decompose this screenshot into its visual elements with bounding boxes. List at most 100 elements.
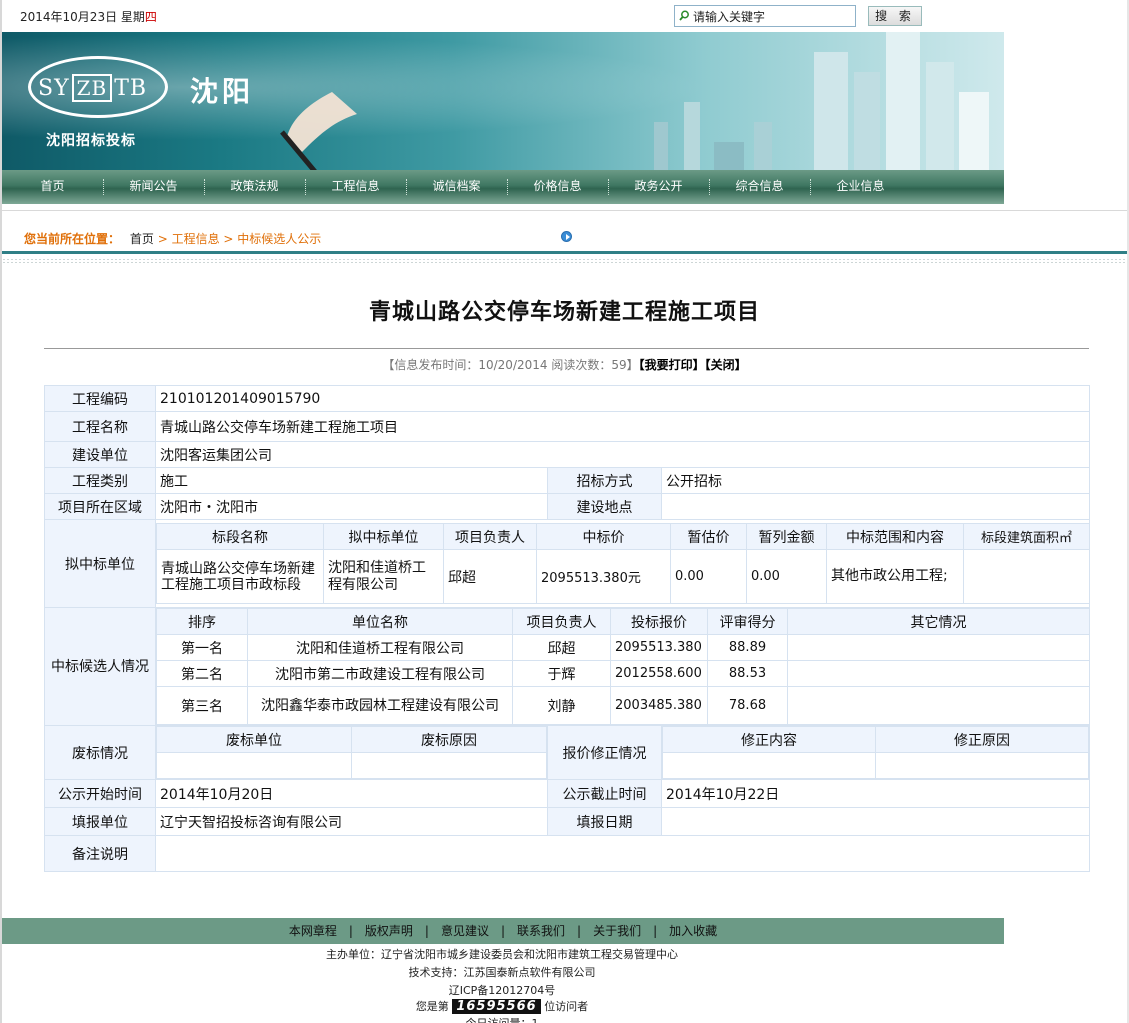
candidates-label: 中标候选人情况 — [44, 607, 156, 726]
winner-header: 标段建筑面积㎡ — [963, 523, 1090, 550]
candidate-other — [787, 660, 1090, 687]
footer-separator: | — [424, 924, 429, 938]
winner-company: 沈阳和佳道桥工程有限公司 — [323, 549, 444, 604]
breadcrumb-separator: > — [223, 232, 238, 246]
region-label: 项目所在区域 — [44, 493, 156, 520]
nav-general[interactable]: 综合信息 — [709, 170, 810, 204]
candidate-rank: 第三名 — [156, 686, 248, 725]
site-logo[interactable]: SY ZB TB — [38, 74, 147, 102]
code-label: 工程编码 — [44, 385, 156, 412]
breadcrumb-projects[interactable]: 工程信息 — [172, 232, 220, 246]
footer-separator: | — [500, 924, 506, 938]
code-value: 210101201409015790 — [154, 385, 1091, 412]
fix-table: 修正内容 修正原因 — [661, 726, 1090, 779]
candidates-header: 项目负责人 — [512, 608, 611, 635]
name-value: 青城山路公交停车场新建工程施工项目 — [154, 411, 1091, 442]
candidate-rank: 第一名 — [156, 634, 248, 661]
logo-mid: ZB — [71, 74, 113, 102]
hand-with-pen-icon — [280, 92, 357, 170]
void-header: 废标单位 — [156, 726, 352, 753]
winner-header: 暂估价 — [670, 523, 747, 550]
name-label: 工程名称 — [44, 411, 156, 442]
remark-label: 备注说明 — [44, 835, 156, 872]
report-date-label: 填报日期 — [547, 807, 662, 836]
nav-prices[interactable]: 价格信息 — [507, 170, 608, 204]
visitor-suffix: 位访问者 — [544, 1000, 589, 1013]
winner-estimate: 0.00 — [670, 549, 747, 604]
nav-home[interactable]: 首页 — [2, 170, 103, 204]
bid-method-value: 公开招标 — [660, 467, 1091, 494]
fix-header: 修正内容 — [661, 726, 877, 753]
nav-government[interactable]: 政务公开 — [608, 170, 709, 204]
play-icon[interactable] — [561, 231, 572, 242]
date-text: 2014年10月23日 星期 — [20, 10, 145, 24]
candidate-manager: 邱超 — [512, 634, 611, 661]
report-unit-value: 辽宁天智招投标咨询有限公司 — [155, 807, 548, 836]
winner-cell: 标段名称 拟中标单位 项目负责人 中标价 暂估价 暂列金额 中标范围和内容 标段… — [154, 519, 1091, 608]
candidates-table: 排序 单位名称 项目负责人 投标报价 评审得分 其它情况 第一名 沈阳和佳道桥工… — [156, 608, 1090, 725]
winner-area — [963, 549, 1090, 604]
page-title: 青城山路公交停车场新建工程施工项目 — [368, 300, 760, 325]
winner-table: 标段名称 拟中标单位 项目负责人 中标价 暂估价 暂列金额 中标范围和内容 标段… — [156, 523, 1090, 604]
search-input[interactable] — [693, 8, 853, 24]
candidate-score: 88.53 — [707, 660, 788, 687]
breadcrumb-candidates[interactable]: 中标候选人公示 — [237, 232, 321, 246]
close-link[interactable]: 【关闭】 — [705, 358, 747, 372]
nav-projects[interactable]: 工程信息 — [305, 170, 406, 204]
search-button[interactable]: 搜 索 — [868, 6, 922, 26]
breadcrumb-lead: 您当前所在位置： — [24, 232, 121, 246]
winner-section: 青城山路公交停车场新建工程施工项目市政标段 — [156, 549, 324, 604]
footer-link-feedback[interactable]: 意见建议 — [441, 924, 489, 938]
nav-credit[interactable]: 诚信档案 — [406, 170, 507, 204]
void-cell: 废标单位 废标原因 — [155, 725, 548, 780]
winner-header: 项目负责人 — [443, 523, 537, 550]
candidates-cell: 排序 单位名称 项目负责人 投标报价 评审得分 其它情况 第一名 沈阳和佳道桥工… — [154, 607, 1091, 726]
logo-subtitle: 沈阳招标投标 — [46, 133, 136, 149]
weekday-text: 四 — [144, 10, 157, 24]
winner-price: 2095513.380元 — [536, 549, 671, 604]
type-label: 工程类别 — [44, 467, 156, 494]
start-date-label: 公示开始时间 — [44, 779, 156, 808]
candidate-rank: 第二名 — [156, 660, 248, 687]
winner-header: 拟中标单位 — [323, 523, 444, 550]
publish-info: 【信息发布时间：10/20/2014 阅读次数：59】 — [382, 358, 639, 372]
footer-links: 本网章程 | 版权声明 | 意见建议 | 联系我们 | 关于我们 | 加入收藏 — [2, 918, 1004, 944]
footer-separator: | — [653, 924, 658, 938]
footer-link-bookmark[interactable]: 加入收藏 — [669, 924, 717, 938]
candidate-company: 沈阳鑫华泰市政园林工程建设有限公司 — [247, 686, 513, 725]
start-date-value: 2014年10月20日 — [155, 779, 548, 808]
candidate-bid: 2003485.380 — [610, 686, 708, 725]
winner-header: 标段名称 — [156, 523, 324, 550]
candidate-manager: 于辉 — [512, 660, 611, 687]
visitor-prefix: 您是第 — [415, 1000, 449, 1013]
table-row: 第三名 沈阳鑫华泰市政园林工程建设有限公司 刘静 2003485.380 78.… — [156, 686, 1090, 725]
void-reason — [351, 752, 547, 779]
void-header: 废标原因 — [351, 726, 547, 753]
nav-companies[interactable]: 企业信息 — [810, 170, 911, 204]
footer-icp: 辽ICP备12012704号 — [448, 984, 556, 997]
nav-policy[interactable]: 政策法规 — [204, 170, 305, 204]
region-value: 沈阳市・沈阳市 — [155, 493, 548, 520]
fix-reason — [875, 752, 1090, 779]
search-field[interactable] — [674, 5, 856, 27]
breadcrumb: 您当前所在位置： 首页 > 工程信息 > 中标候选人公示 — [24, 230, 321, 247]
city-skyline-icon — [654, 32, 989, 170]
candidate-bid: 2095513.380 — [610, 634, 708, 661]
top-bar: 2014年10月23日 星期四 搜 索 — [0, 0, 1129, 32]
footer-link-contact[interactable]: 联系我们 — [517, 924, 565, 938]
nav-news[interactable]: 新闻公告 — [103, 170, 204, 204]
candidates-header: 排序 — [156, 608, 248, 635]
footer-link-copyright[interactable]: 版权声明 — [365, 924, 413, 938]
print-link[interactable]: 【我要打印】 — [639, 358, 705, 372]
breadcrumb-home[interactable]: 首页 — [130, 232, 154, 246]
winner-provisional: 0.00 — [746, 549, 827, 604]
candidate-manager: 刘静 — [512, 686, 611, 725]
footer-separator: | — [348, 924, 353, 938]
footer-link-about[interactable]: 关于我们 — [593, 924, 641, 938]
banner-city-name: 沈阳 — [190, 75, 255, 108]
void-unit — [156, 752, 352, 779]
logo-left: SY — [38, 76, 70, 101]
logo-right: TB — [114, 76, 148, 101]
footer-link-charter[interactable]: 本网章程 — [289, 924, 337, 938]
divider — [2, 251, 1127, 254]
